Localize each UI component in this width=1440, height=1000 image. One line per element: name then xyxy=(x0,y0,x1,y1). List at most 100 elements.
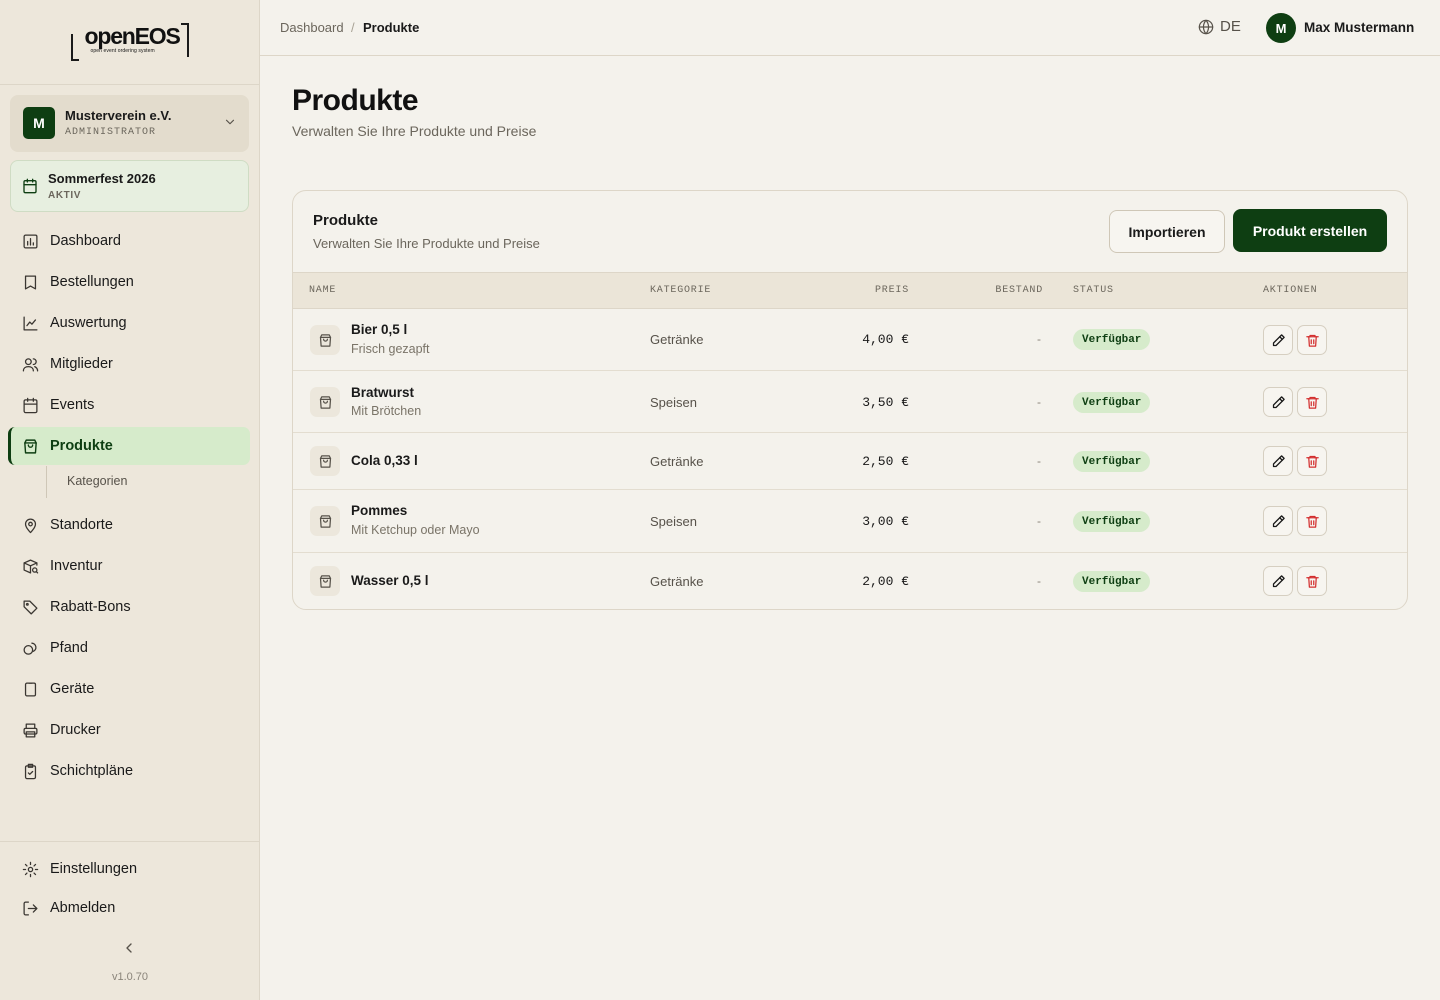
product-description: Frisch gezapft xyxy=(351,342,430,356)
pencil-icon xyxy=(1272,454,1285,467)
sidebar-item-geraete[interactable]: Geräte xyxy=(8,670,250,708)
sidebar-item-label: Mitglieder xyxy=(50,356,113,372)
product-icon xyxy=(310,566,340,596)
product-description: Mit Ketchup oder Mayo xyxy=(351,523,480,537)
table-row[interactable]: Pommes Mit Ketchup oder Mayo Speisen 3,0… xyxy=(293,490,1407,553)
page-subtitle: Verwalten Sie Ihre Produkte und Preise xyxy=(292,123,537,139)
delete-button[interactable] xyxy=(1297,325,1327,355)
product-category: Getränke xyxy=(650,454,704,469)
edit-button[interactable] xyxy=(1263,506,1293,536)
trash-icon xyxy=(1305,515,1319,528)
table-row[interactable]: Wasser 0,5 l Getränke 2,00 € - Verfügbar xyxy=(293,553,1407,609)
product-stock: - xyxy=(1037,574,1041,588)
product-stock: - xyxy=(1037,454,1041,468)
sidebar-item-mitglieder[interactable]: Mitglieder xyxy=(8,345,250,383)
org-role: ADMINISTRATOR xyxy=(65,127,157,138)
delete-button[interactable] xyxy=(1297,566,1327,596)
product-category: Speisen xyxy=(650,514,697,529)
product-category: Speisen xyxy=(650,395,697,410)
collapse-sidebar-icon[interactable] xyxy=(121,940,137,956)
sidebar-item-schichtplaene[interactable]: Schichtpläne xyxy=(8,752,250,790)
sidebar-item-einstellungen[interactable]: Einstellungen xyxy=(8,850,250,888)
table-header: NAME KATEGORIE PREIS BESTAND STATUS AKTI… xyxy=(293,272,1407,309)
device-icon xyxy=(24,681,37,697)
sidebar-item-inventur[interactable]: Inventur xyxy=(8,547,250,585)
column-header-status[interactable]: STATUS xyxy=(1073,285,1114,296)
trash-icon xyxy=(1305,396,1319,409)
sidebar-item-label: Bestellungen xyxy=(50,274,134,290)
product-name: Wasser 0,5 l xyxy=(351,573,429,588)
gear-icon xyxy=(22,861,39,877)
edit-button[interactable] xyxy=(1263,387,1293,417)
topbar: Dashboard / Produkte DE M Max Mustermann xyxy=(260,0,1440,56)
logo-tagline: open event ordering system xyxy=(90,48,155,54)
sidebar-item-produkte[interactable]: Produkte xyxy=(8,427,250,465)
card-title: Produkte xyxy=(313,212,379,229)
logout-icon xyxy=(23,900,38,916)
sidebar-item-rabatt-bons[interactable]: Rabatt-Bons xyxy=(8,588,250,626)
sidebar-item-label: Abmelden xyxy=(50,900,116,916)
page-title: Produkte xyxy=(292,84,419,117)
sidebar-item-auswertung[interactable]: Auswertung xyxy=(8,304,250,342)
trash-icon xyxy=(1305,334,1319,347)
sidebar-item-standorte[interactable]: Standorte xyxy=(8,506,250,544)
sidebar-item-label: Rabatt-Bons xyxy=(50,599,131,615)
product-icon xyxy=(310,446,340,476)
product-description: Mit Brötchen xyxy=(351,404,422,418)
pencil-icon xyxy=(1272,574,1285,587)
sidebar-item-label: Inventur xyxy=(50,558,103,574)
product-price: 4,00 € xyxy=(862,332,909,347)
breadcrumb-current: Produkte xyxy=(363,20,420,35)
printer-icon xyxy=(23,722,38,738)
column-header-name[interactable]: NAME xyxy=(309,285,336,296)
sidebar-item-label: Standorte xyxy=(50,517,113,533)
delete-button[interactable] xyxy=(1297,506,1327,536)
card-subtitle: Verwalten Sie Ihre Produkte und Preise xyxy=(313,236,540,251)
org-switcher[interactable]: M Musterverein e.V. ADMINISTRATOR xyxy=(10,95,249,152)
product-price: 3,00 € xyxy=(862,514,909,529)
column-header-price[interactable]: PREIS xyxy=(875,285,909,296)
status-badge: Verfügbar xyxy=(1073,392,1151,413)
table-row[interactable]: Bratwurst Mit Brötchen Speisen 3,50 € - … xyxy=(293,371,1407,433)
trash-icon xyxy=(1305,455,1319,468)
sidebar-subitem-kategorien[interactable]: Kategorien xyxy=(67,474,127,488)
sidebar-item-dashboard[interactable]: Dashboard xyxy=(8,222,250,260)
import-button[interactable]: Importieren xyxy=(1109,210,1225,253)
sidebar-item-drucker[interactable]: Drucker xyxy=(8,711,250,749)
sidebar-item-abmelden[interactable]: Abmelden xyxy=(8,889,250,927)
create-product-button[interactable]: Produkt erstellen xyxy=(1233,209,1387,252)
pencil-icon xyxy=(1272,395,1285,408)
tag-icon xyxy=(23,599,38,615)
sidebar-item-label: Produkte xyxy=(50,438,113,454)
column-header-stock[interactable]: BESTAND xyxy=(995,285,1043,296)
edit-button[interactable] xyxy=(1263,566,1293,596)
logo[interactable]: openEOS open event ordering system xyxy=(0,0,259,85)
sidebar-item-events[interactable]: Events xyxy=(8,386,250,424)
users-icon xyxy=(22,357,39,372)
product-category: Getränke xyxy=(650,332,704,347)
sidebar-item-bestellungen[interactable]: Bestellungen xyxy=(8,263,250,301)
product-stock: - xyxy=(1037,332,1041,346)
event-name: Sommerfest 2026 xyxy=(48,171,156,186)
line-chart-icon xyxy=(23,315,38,331)
sidebar-item-pfand[interactable]: Pfand xyxy=(8,629,250,667)
table-row[interactable]: Bier 0,5 l Frisch gezapft Getränke 4,00 … xyxy=(293,309,1407,371)
user-avatar[interactable]: M xyxy=(1266,13,1296,43)
active-event[interactable]: Sommerfest 2026 AKTIV xyxy=(10,160,249,212)
column-header-category[interactable]: KATEGORIE xyxy=(650,285,711,296)
edit-button[interactable] xyxy=(1263,325,1293,355)
product-name: Bratwurst xyxy=(351,385,415,400)
sidebar-item-label: Drucker xyxy=(50,722,101,738)
user-name[interactable]: Max Mustermann xyxy=(1304,20,1414,35)
language-code: DE xyxy=(1220,18,1241,35)
edit-button[interactable] xyxy=(1263,446,1293,476)
sidebar-item-label: Events xyxy=(50,397,95,413)
language-switcher[interactable]: DE xyxy=(1198,18,1241,35)
delete-button[interactable] xyxy=(1297,446,1327,476)
breadcrumb-dashboard[interactable]: Dashboard xyxy=(280,20,344,35)
product-price: 2,50 € xyxy=(862,454,909,469)
table-row[interactable]: Cola 0,33 l Getränke 2,50 € - Verfügbar xyxy=(293,433,1407,490)
submenu-line xyxy=(46,466,47,498)
org-name: Musterverein e.V. xyxy=(65,108,172,123)
delete-button[interactable] xyxy=(1297,387,1327,417)
